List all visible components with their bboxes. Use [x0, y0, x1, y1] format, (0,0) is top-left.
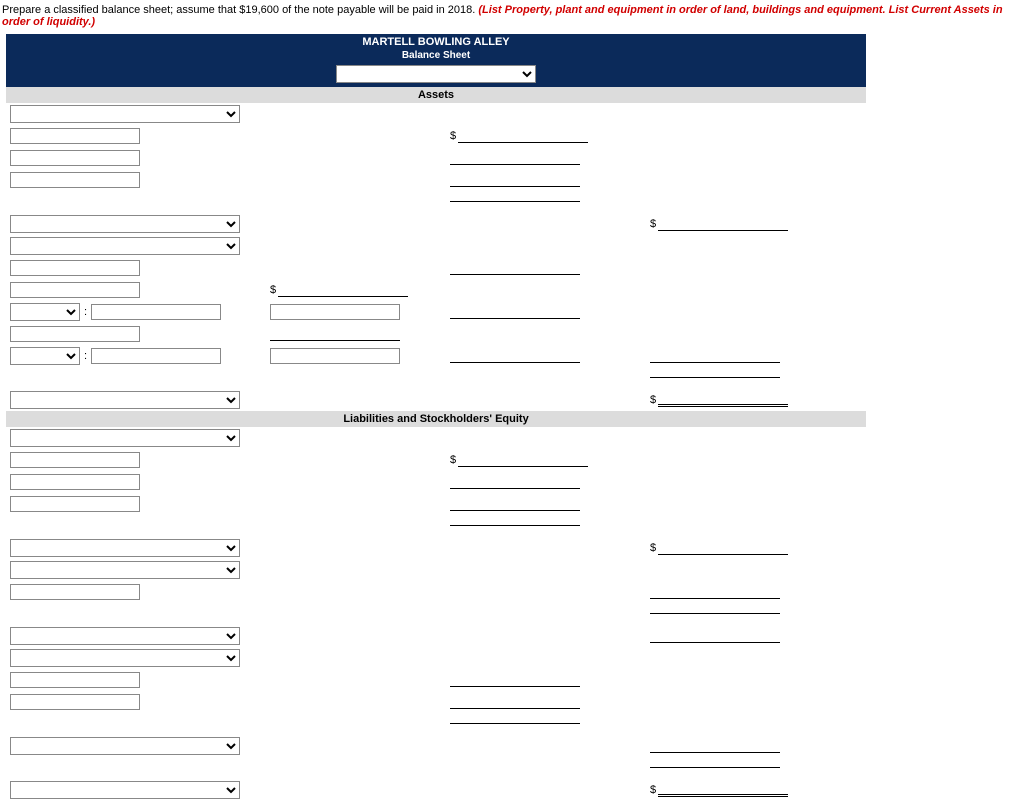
grand-total-line[interactable] [658, 393, 788, 407]
liab-item-4[interactable] [10, 584, 140, 600]
grand-total-label[interactable] [10, 781, 240, 799]
amount-line[interactable] [658, 217, 788, 231]
liab-category-2[interactable] [10, 561, 240, 579]
asset-category-2[interactable] [10, 237, 240, 255]
less-amount-2a[interactable] [270, 348, 400, 364]
equity-item-1[interactable] [10, 672, 140, 688]
subtotal-rule [650, 613, 780, 615]
asset-total-label[interactable] [10, 391, 240, 409]
less-item-2[interactable] [91, 348, 221, 364]
amount-line[interactable] [278, 283, 408, 297]
liab-item-1[interactable] [10, 452, 140, 468]
amount-line[interactable] [458, 453, 588, 467]
amount-line[interactable] [270, 327, 400, 341]
sheet-title: Balance Sheet [6, 49, 866, 62]
asset-item-6[interactable] [10, 326, 140, 342]
less-select-2[interactable] [10, 347, 80, 365]
amount-line[interactable] [458, 129, 588, 143]
amount-line[interactable] [450, 475, 580, 489]
asset-item-5[interactable] [10, 282, 140, 298]
amount-line[interactable] [650, 629, 780, 643]
assets-header: Assets [6, 87, 866, 103]
title-bar: MARTELL BOWLING ALLEY Balance Sheet [6, 34, 866, 63]
amount-line[interactable] [450, 173, 580, 187]
currency-symbol: $ [450, 130, 456, 142]
total-liab-label[interactable] [10, 627, 240, 645]
liabilities-header: Liabilities and Stockholders' Equity [6, 411, 866, 427]
liab-item-2[interactable] [10, 474, 140, 490]
company-name: MARTELL BOWLING ALLEY [6, 36, 866, 49]
subtotal-rule [450, 723, 580, 725]
amount-line[interactable] [450, 673, 580, 687]
subtotal-rule [450, 201, 580, 203]
liab-subtotal-label-1[interactable] [10, 539, 240, 557]
date-select[interactable] [336, 65, 536, 83]
amount-line[interactable] [450, 151, 580, 165]
equity-item-2[interactable] [10, 694, 140, 710]
less-select-1[interactable] [10, 303, 80, 321]
asset-category-1[interactable] [10, 105, 240, 123]
instruction-text: Prepare a classified balance sheet; assu… [0, 0, 1024, 34]
date-row [6, 63, 866, 87]
amount-line[interactable] [650, 585, 780, 599]
subtotal-rule [650, 377, 780, 379]
less-amount-1a[interactable] [270, 304, 400, 320]
amount-line[interactable] [650, 349, 780, 363]
amount-line[interactable] [450, 695, 580, 709]
liab-item-3[interactable] [10, 496, 140, 512]
amount-line[interactable] [450, 261, 580, 275]
amount-line[interactable] [658, 541, 788, 555]
asset-item-3[interactable] [10, 172, 140, 188]
amount-line[interactable] [650, 739, 780, 753]
subtotal-rule [450, 525, 580, 527]
liab-category-1[interactable] [10, 429, 240, 447]
less-item-1[interactable] [91, 304, 221, 320]
total-equity-label[interactable] [10, 737, 240, 755]
balance-sheet: MARTELL BOWLING ALLEY Balance Sheet Asse… [6, 34, 866, 801]
asset-item-4[interactable] [10, 260, 140, 276]
equity-category[interactable] [10, 649, 240, 667]
amount-line[interactable] [450, 497, 580, 511]
subtotal-rule [650, 767, 780, 769]
asset-item-2[interactable] [10, 150, 140, 166]
asset-item-1[interactable] [10, 128, 140, 144]
grand-total-line[interactable] [658, 783, 788, 797]
asset-subtotal-label-1[interactable] [10, 215, 240, 233]
amount-line[interactable] [450, 305, 580, 319]
amount-line[interactable] [450, 349, 580, 363]
